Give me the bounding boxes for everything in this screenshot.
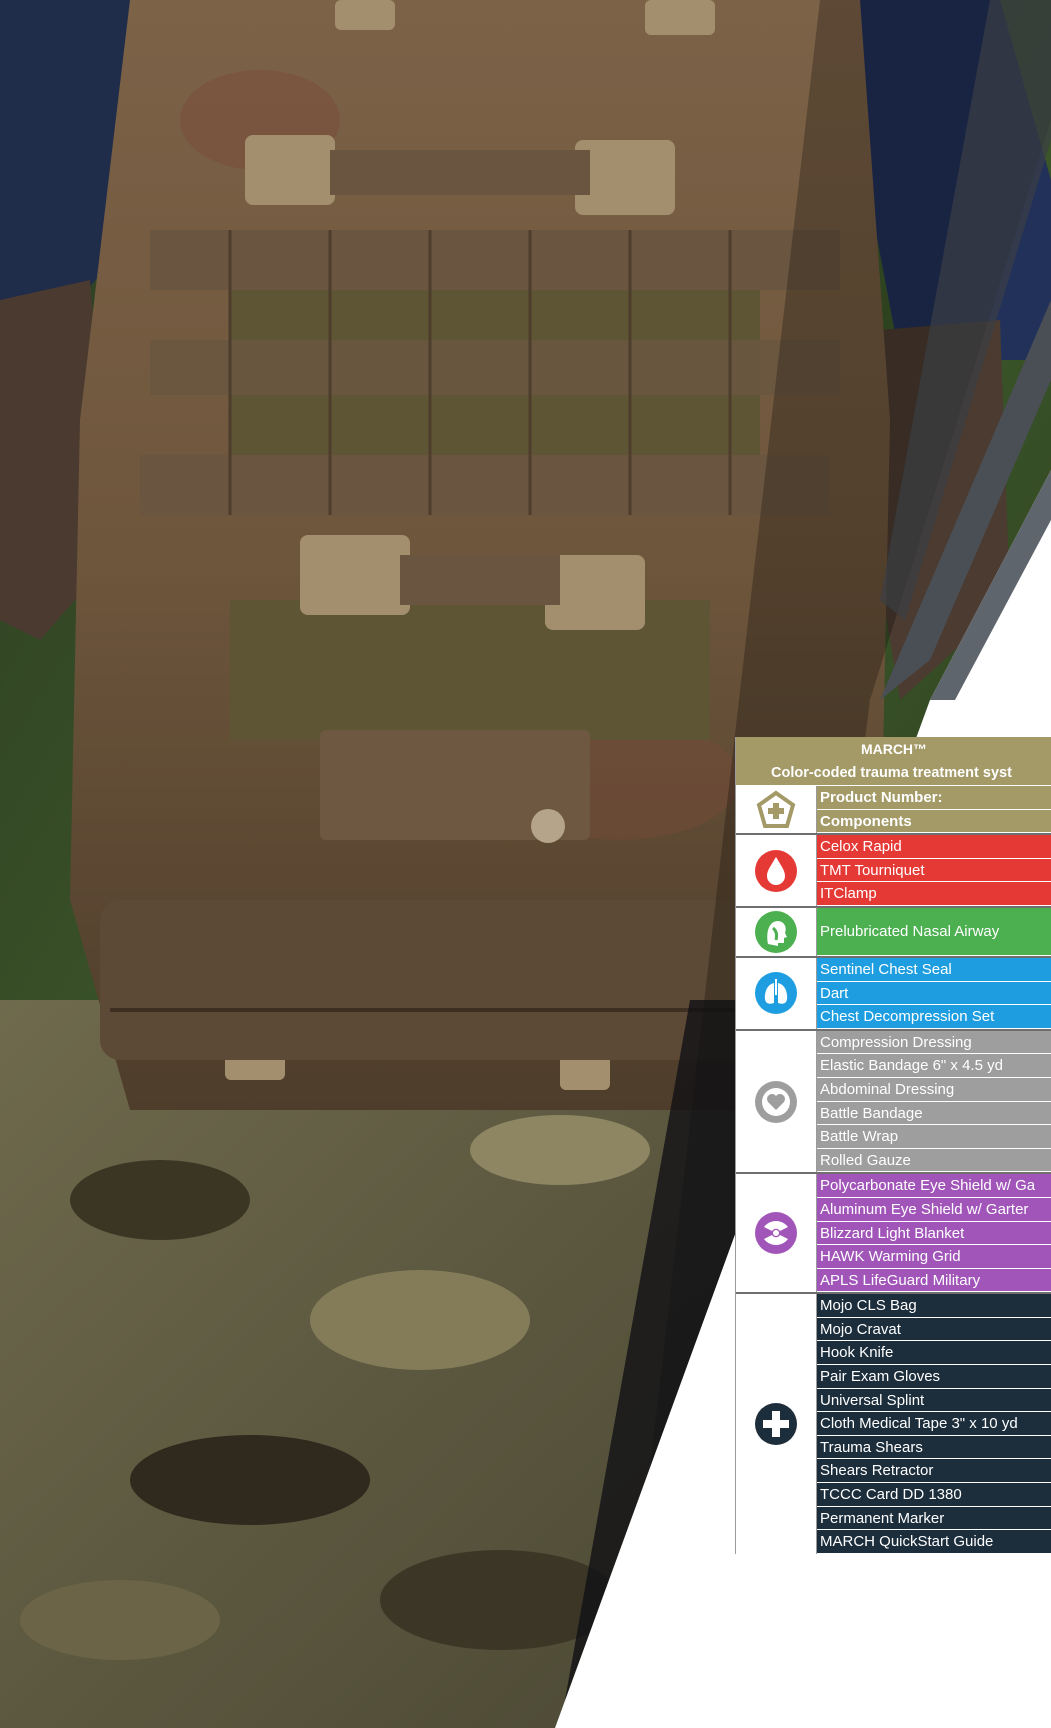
component-row: Mojo Cravat (817, 1317, 1051, 1342)
component-row: Battle Bandage (817, 1101, 1051, 1126)
component-row: Trauma Shears (817, 1435, 1051, 1460)
component-row: Compression Dressing (817, 1030, 1051, 1055)
airway-head-icon (736, 907, 817, 956)
component-row: Cloth Medical Tape 3" x 10 yd (817, 1412, 1051, 1436)
component-row: Pair Exam Gloves (817, 1365, 1051, 1389)
group-other: Mojo CLS Bag Mojo Cravat Hook Knife Pair Ex… (736, 1292, 1051, 1554)
component-row: Polycarbonate Eye Shield w/ Ga (817, 1174, 1051, 1198)
component-row: Dart (817, 981, 1051, 1006)
component-row: TMT Tourniquet (817, 858, 1051, 883)
component-row: Blizzard Light Blanket (817, 1221, 1051, 1246)
pentagon-plus-icon (736, 786, 817, 834)
component-row: ITClamp (817, 882, 1051, 906)
component-row: Prelubricated Nasal Airway (817, 907, 1051, 956)
head-eye-icon (736, 1174, 817, 1293)
group-hypothermia-head: Polycarbonate Eye Shield w/ Ga Aluminum E… (736, 1172, 1051, 1293)
component-row: Mojo CLS Bag (817, 1294, 1051, 1318)
component-row: Components (817, 809, 1051, 834)
group-massive-hemorrhage: Celox Rapid TMT Tourniquet ITClamp (736, 833, 1051, 906)
component-row: Celox Rapid (817, 835, 1051, 859)
component-row: Shears Retractor (817, 1459, 1051, 1484)
component-row: Elastic Bandage 6" x 4.5 yd (817, 1054, 1051, 1078)
group-circulation: Compression Dressing Elastic Bandage 6" x… (736, 1028, 1051, 1173)
table-subtitle: Color-coded trauma treatment syst (736, 762, 1051, 785)
heart-circle-icon (736, 1030, 817, 1173)
group-header: Product Number: Components (736, 785, 1051, 834)
component-row: Universal Splint (817, 1388, 1051, 1413)
lungs-icon (736, 957, 817, 1029)
component-row: Hook Knife (817, 1341, 1051, 1366)
component-row: HAWK Warming Grid (817, 1245, 1051, 1269)
component-row: TCCC Card DD 1380 (817, 1483, 1051, 1507)
component-row: Rolled Gauze (817, 1148, 1051, 1173)
component-row: Battle Wrap (817, 1125, 1051, 1149)
component-row: Sentinel Chest Seal (817, 957, 1051, 982)
component-row: MARCH QuickStart Guide (817, 1530, 1051, 1554)
component-row: Permanent Marker (817, 1506, 1051, 1531)
component-row: Aluminum Eye Shield w/ Garter (817, 1197, 1051, 1222)
component-row: Chest Decompression Set (817, 1005, 1051, 1029)
group-airway: Prelubricated Nasal Airway (736, 905, 1051, 956)
march-components-table: MARCH™ Color-coded trauma treatment syst… (735, 737, 1051, 1554)
component-row: APLS LifeGuard Military (817, 1268, 1051, 1293)
group-respiration: Sentinel Chest Seal Dart Chest Decompressi… (736, 955, 1051, 1029)
table-title: MARCH™ (736, 737, 1051, 762)
blood-drop-icon (736, 835, 817, 906)
component-row: Product Number: (817, 786, 1051, 810)
component-row: Abdominal Dressing (817, 1077, 1051, 1102)
medical-cross-icon (736, 1294, 817, 1554)
